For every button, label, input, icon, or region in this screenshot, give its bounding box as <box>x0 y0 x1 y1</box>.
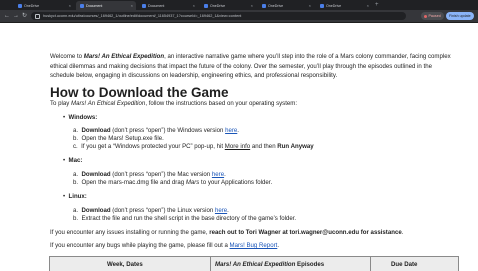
onedrive-icon <box>18 3 22 8</box>
close-icon[interactable]: × <box>69 3 71 8</box>
onedrive-icon <box>262 3 266 8</box>
sync-paused-button[interactable]: Paused <box>421 12 444 20</box>
linux-section-label: • Linux: <box>63 193 87 200</box>
close-icon[interactable]: × <box>131 3 133 8</box>
document-icon <box>80 3 84 8</box>
windows-section-label: • Windows: <box>63 114 98 121</box>
site-info-icon[interactable] <box>35 13 40 19</box>
col-header-week: Week, Dates <box>107 261 143 268</box>
close-icon[interactable]: × <box>251 3 253 8</box>
onedrive-icon <box>320 3 324 8</box>
page-heading: How to Download the Game <box>50 85 229 100</box>
linux-step-b: b. Extract the file and run the shell sc… <box>73 215 297 222</box>
new-tab-button[interactable]: + <box>375 1 379 9</box>
finish-update-button[interactable]: Finish update <box>446 12 474 20</box>
windows-step-c: c. If you get a “Windows protected your … <box>73 143 314 150</box>
mac-step-b: b. Open the mars-mac.dmg file and drag M… <box>73 179 273 186</box>
browser-tab-onedrive-3[interactable]: OneDrive × <box>258 1 314 10</box>
reload-icon[interactable]: ↻ <box>22 12 27 20</box>
bullet-icon: • <box>63 114 66 121</box>
browser-tab-onedrive-4[interactable]: OneDrive × <box>316 1 372 10</box>
browser-tab-document[interactable]: Document × <box>138 1 198 10</box>
linux-step-a: a. Download (don’t press “open”) the Lin… <box>73 207 229 214</box>
mac-download-link[interactable]: here <box>212 171 224 178</box>
bug-report-text: If you encounter any bugs while playing … <box>50 242 280 249</box>
profile-avatar-icon <box>424 14 427 18</box>
close-icon[interactable]: × <box>367 3 369 8</box>
windows-step-b: b. Open the Mars! Setup.exe file. <box>73 135 164 142</box>
col-header-episodes: Mars! An Ethical Expedition Episodes <box>215 261 325 268</box>
browser-tab-document-active[interactable]: Document × <box>76 1 136 10</box>
linux-download-link[interactable]: here <box>215 207 227 214</box>
onedrive-icon <box>204 3 208 8</box>
windows-step-a: a. Download (don’t press “open”) the Win… <box>73 127 239 134</box>
forward-arrow-icon[interactable]: → <box>13 12 19 20</box>
col-header-due-date: Due Date <box>391 261 418 268</box>
browser-toolbar: ← → ↻ huskyct.uconn.edu/ultra/courses/_1… <box>0 10 478 23</box>
address-bar[interactable]: huskyct.uconn.edu/ultra/courses/_169462_… <box>31 12 406 20</box>
more-info-text: More info <box>224 143 251 150</box>
close-icon[interactable]: × <box>309 3 311 8</box>
page-content: Welcome to Mars! An Ethical Expedition, … <box>0 23 478 269</box>
browser-tab-onedrive-2[interactable]: OneDrive × <box>200 1 256 10</box>
windows-download-link[interactable]: here <box>225 127 237 134</box>
intro-paragraph: Welcome to Mars! An Ethical Expedition, … <box>50 53 451 80</box>
bullet-icon: • <box>63 157 66 164</box>
contact-text: If you encounter any issues installing o… <box>50 229 404 236</box>
url-text: huskyct.uconn.edu/ultra/courses/_169462_… <box>43 14 242 18</box>
document-icon <box>142 3 146 8</box>
instructions-text: To play Mars! An Ethical Expedition, fol… <box>50 100 298 107</box>
bullet-icon: • <box>63 193 66 200</box>
mac-section-label: • Mac: <box>63 157 83 164</box>
mac-step-a: a. Download (don’t press “open”) the Mac… <box>73 171 226 178</box>
browser-tab-strip: OneDrive × Document × Document × OneDriv… <box>0 0 478 10</box>
browser-tab-onedrive-1[interactable]: OneDrive × <box>14 1 74 10</box>
bug-report-link[interactable]: Mars! Bug Report <box>230 242 278 249</box>
close-icon[interactable]: × <box>193 3 195 8</box>
back-arrow-icon[interactable]: ← <box>4 12 10 20</box>
